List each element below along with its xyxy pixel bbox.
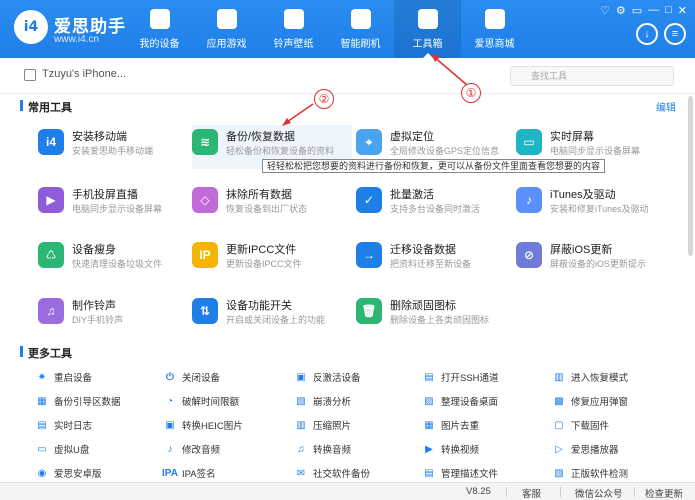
annotation-arrow-1 xyxy=(432,55,468,86)
annotation-1: ① xyxy=(461,83,481,103)
annotation-2: ② xyxy=(314,89,334,109)
annotation-overlay xyxy=(282,54,468,126)
